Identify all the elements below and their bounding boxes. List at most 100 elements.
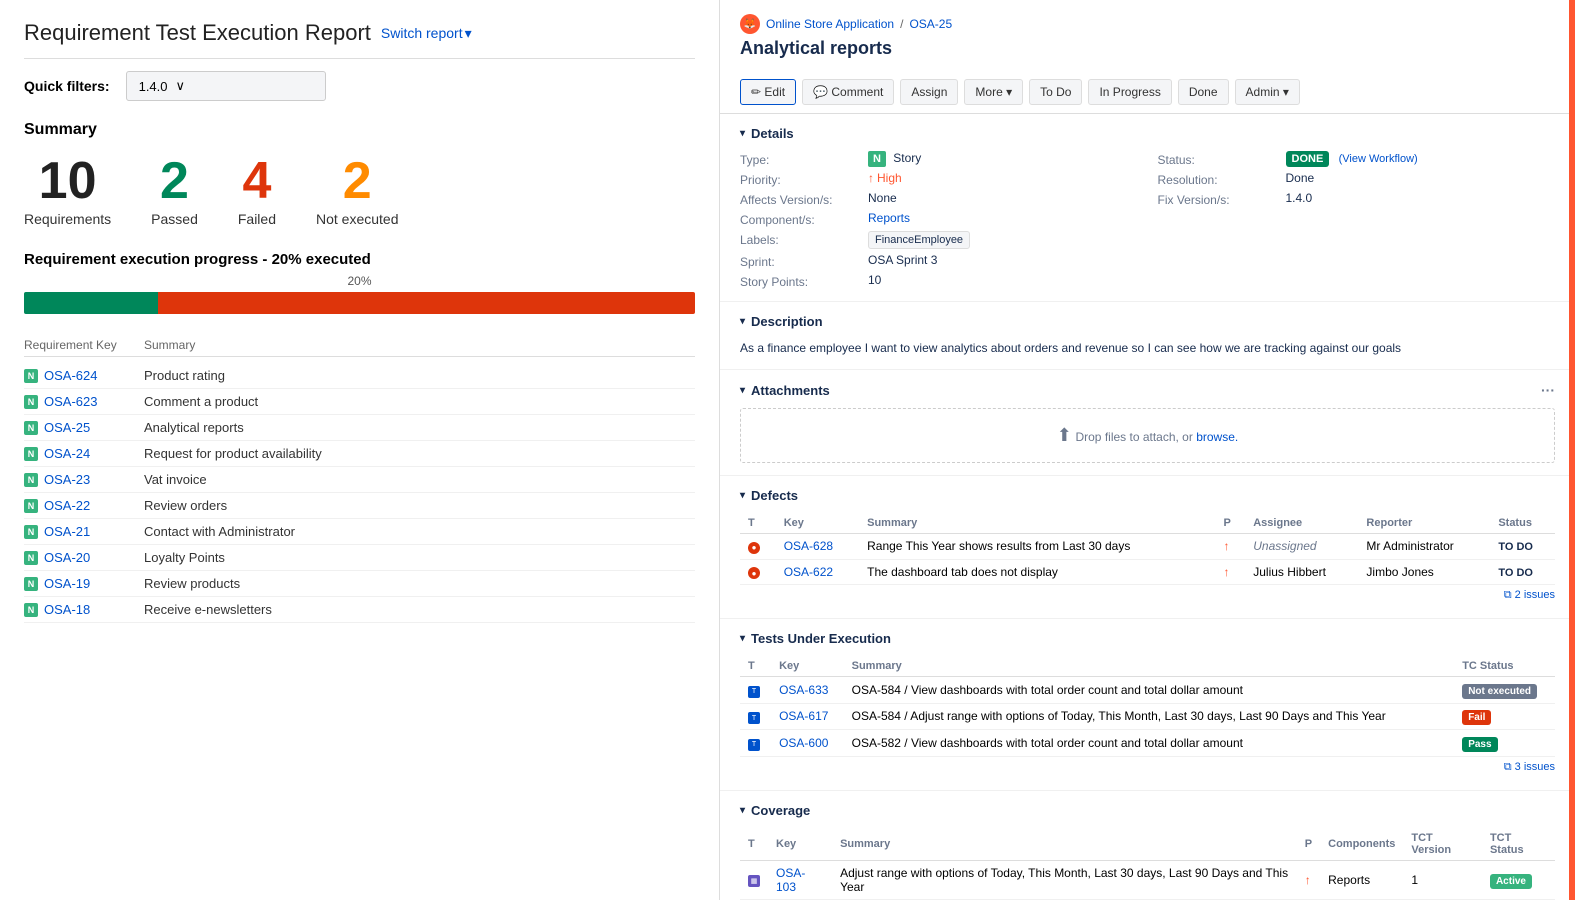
- stat-requirements-label: Requirements: [24, 211, 111, 227]
- defects-issues-count[interactable]: ⧉ 2 issues: [740, 585, 1555, 606]
- req-key-osa623[interactable]: NOSA-623: [24, 394, 144, 409]
- priority-icon: ↑: [1223, 539, 1229, 553]
- affects-value: None: [868, 191, 897, 205]
- test-key[interactable]: OSA-617: [771, 703, 844, 730]
- edit-button[interactable]: ✏ Edit: [740, 79, 796, 105]
- req-key-osa24[interactable]: NOSA-24: [24, 446, 144, 461]
- defect-key[interactable]: OSA-622: [776, 559, 859, 585]
- coverage-col-tctversion: TCT Version: [1403, 828, 1482, 861]
- requirements-table: Requirement Key Summary NOSA-624Product …: [24, 334, 695, 623]
- coverage-tctversion: 1: [1403, 860, 1482, 899]
- summary-title: Summary: [24, 121, 695, 139]
- more-button[interactable]: More ▾: [964, 79, 1023, 105]
- tests-col-summary: Summary: [844, 656, 1455, 677]
- defects-table: T Key Summary P Assignee Reporter Status…: [740, 513, 1555, 585]
- description-section: ▾ Description As a finance employee I wa…: [720, 302, 1575, 370]
- req-key-osa25[interactable]: NOSA-25: [24, 420, 144, 435]
- req-key-osa18[interactable]: NOSA-18: [24, 602, 144, 617]
- defect-type-icon: ●: [740, 559, 776, 585]
- attachments-section: ▾ Attachments ··· ⬆ Drop files to attach…: [720, 370, 1575, 476]
- attachments-drop-zone[interactable]: ⬆ Drop files to attach, or browse.: [740, 408, 1555, 463]
- test-summary: OSA-584 / View dashboards with total ord…: [844, 677, 1455, 704]
- test-key[interactable]: OSA-633: [771, 677, 844, 704]
- defects-col-summary: Summary: [859, 513, 1215, 534]
- req-key-osa21[interactable]: NOSA-21: [24, 524, 144, 539]
- req-key-osa22[interactable]: NOSA-22: [24, 498, 144, 513]
- table-row: NOSA-24Request for product availability: [24, 441, 695, 467]
- story-icon: N: [24, 473, 38, 487]
- detail-component: Component/s: Reports: [740, 211, 1138, 227]
- details-title[interactable]: ▾ Details: [740, 126, 1555, 141]
- coverage-title[interactable]: ▾ Coverage: [740, 803, 1555, 818]
- switch-report-button[interactable]: Switch report ▾: [381, 25, 472, 42]
- chevron-icon: ▾: [740, 805, 745, 816]
- breadcrumb-app[interactable]: Online Store Application: [766, 17, 894, 31]
- story-icon: N: [24, 603, 38, 617]
- toolbar: ✏ Edit 💬 Comment Assign More ▾ To Do In …: [740, 71, 1555, 113]
- defect-key[interactable]: OSA-628: [776, 534, 859, 560]
- todo-button[interactable]: To Do: [1029, 79, 1082, 105]
- labels-label: Labels:: [740, 231, 860, 247]
- test-key[interactable]: OSA-600: [771, 730, 844, 757]
- storypoints-value: 10: [868, 273, 881, 287]
- in-progress-button[interactable]: In Progress: [1088, 79, 1171, 105]
- sprint-label: Sprint:: [740, 253, 860, 269]
- breadcrumb-issue[interactable]: OSA-25: [909, 17, 952, 31]
- chevron-icon: ▾: [740, 385, 745, 396]
- coverage-icon: ▦: [748, 875, 760, 887]
- table-row: T OSA-617 OSA-584 / Adjust range with op…: [740, 703, 1555, 730]
- status-value: DONE (View Workflow): [1286, 151, 1418, 165]
- accent-bar: [1569, 0, 1575, 900]
- quick-filters-label: Quick filters:: [24, 78, 110, 94]
- defects-col-reporter: Reporter: [1358, 513, 1490, 534]
- coverage-col-p: P: [1297, 828, 1320, 861]
- stat-failed-label: Failed: [238, 211, 276, 227]
- req-summary-osa21: Contact with Administrator: [144, 524, 695, 539]
- req-summary-osa624: Product rating: [144, 368, 695, 383]
- story-icon: N: [24, 447, 38, 461]
- attachments-title[interactable]: ▾ Attachments ···: [740, 382, 1555, 398]
- issue-title-row: Analytical reports: [740, 38, 1555, 59]
- req-key-osa20[interactable]: NOSA-20: [24, 550, 144, 565]
- done-button[interactable]: Done: [1178, 79, 1229, 105]
- comment-button[interactable]: 💬 Comment: [802, 79, 894, 105]
- req-key-osa624[interactable]: NOSA-624: [24, 368, 144, 383]
- defects-title[interactable]: ▾ Defects: [740, 488, 1555, 503]
- admin-button[interactable]: Admin ▾: [1235, 79, 1300, 105]
- req-key-osa23[interactable]: NOSA-23: [24, 472, 144, 487]
- test-icon: T: [748, 712, 760, 724]
- browse-link[interactable]: browse.: [1196, 430, 1238, 444]
- coverage-col-tctstatus: TCT Status: [1482, 828, 1555, 861]
- type-label: Type:: [740, 151, 860, 167]
- test-icon: T: [748, 686, 760, 698]
- coverage-key[interactable]: OSA-103: [768, 860, 832, 899]
- status-label: Status:: [1158, 151, 1278, 167]
- view-workflow-link[interactable]: (View Workflow): [1339, 153, 1418, 165]
- coverage-section: ▾ Coverage T Key Summary P Components TC…: [720, 791, 1575, 900]
- description-title[interactable]: ▾ Description: [740, 314, 1555, 329]
- storypoints-label: Story Points:: [740, 273, 860, 289]
- table-row: NOSA-21Contact with Administrator: [24, 519, 695, 545]
- tests-title[interactable]: ▾ Tests Under Execution: [740, 631, 1555, 646]
- component-value[interactable]: Reports: [868, 211, 910, 225]
- detail-type: Type: N Story: [740, 151, 1138, 167]
- defect-status: TO DO: [1490, 534, 1555, 560]
- assign-button[interactable]: Assign: [900, 79, 958, 105]
- req-key-osa19[interactable]: NOSA-19: [24, 576, 144, 591]
- tests-issues-count[interactable]: ⧉ 3 issues: [740, 757, 1555, 778]
- defect-summary: Range This Year shows results from Last …: [859, 534, 1215, 560]
- stat-not-executed-label: Not executed: [316, 211, 399, 227]
- coverage-col-components: Components: [1320, 828, 1403, 861]
- priority-label: Priority:: [740, 171, 860, 187]
- detail-affects: Affects Version/s: None: [740, 191, 1138, 207]
- chevron-icon: ▾: [740, 633, 745, 644]
- filter-dropdown[interactable]: 1.4.0 ∨: [126, 71, 326, 101]
- attachments-more-button[interactable]: ···: [1541, 382, 1555, 398]
- defect-priority: ↑: [1215, 559, 1245, 585]
- defect-reporter: Jimbo Jones: [1358, 559, 1490, 585]
- left-panel: Requirement Test Execution Report Switch…: [0, 0, 720, 900]
- defects-col-t: T: [740, 513, 776, 534]
- story-icon: N: [24, 551, 38, 565]
- table-row: NOSA-23Vat invoice: [24, 467, 695, 493]
- detail-labels: Labels: FinanceEmployee: [740, 231, 1138, 249]
